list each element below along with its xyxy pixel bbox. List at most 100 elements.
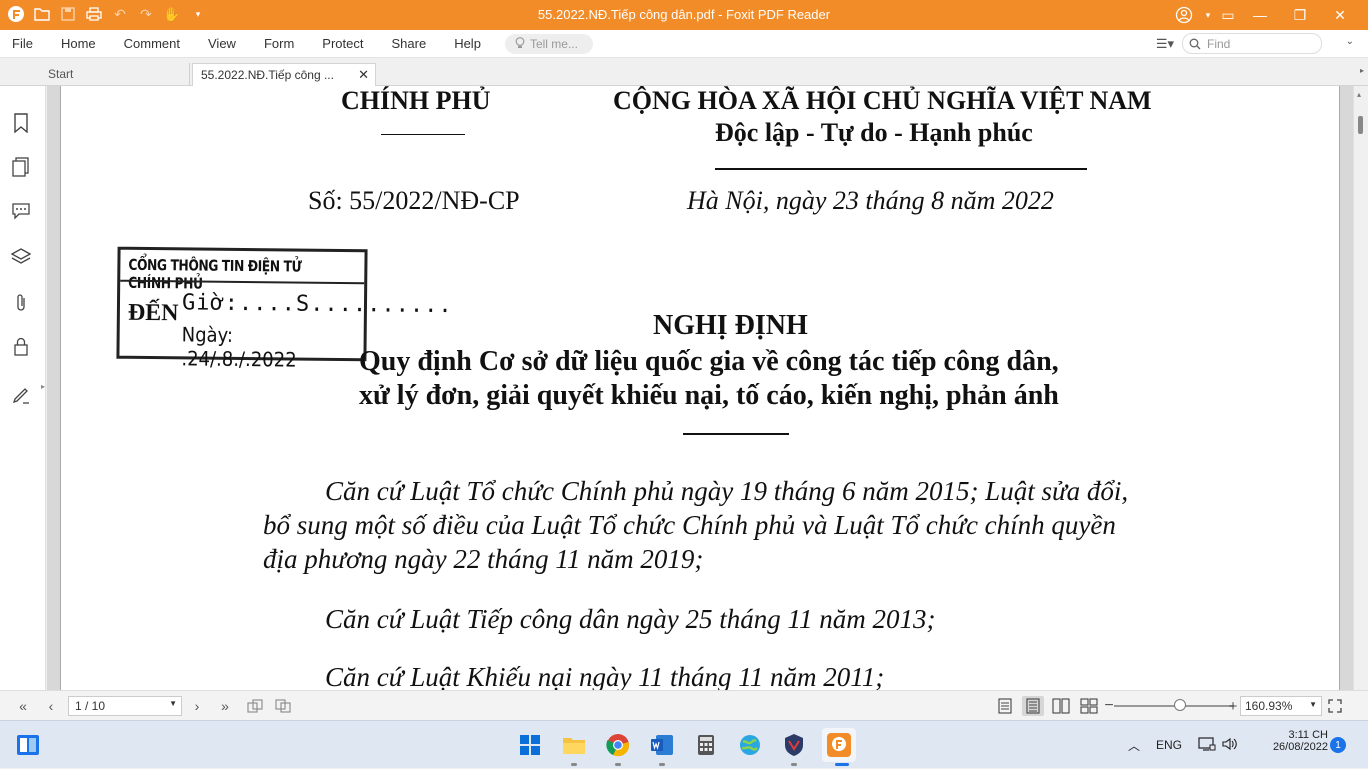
menu-comment[interactable]: Comment [110,30,194,58]
paragraph-1-line1: Căn cứ Luật Tổ chức Chính phủ ngày 19 th… [325,476,1129,506]
lightbulb-icon [515,36,525,52]
close-tab-icon[interactable]: ✕ [358,67,369,83]
tell-me-placeholder: Tell me... [529,37,578,51]
zoom-level: 160.93% [1245,699,1293,713]
title-rule [683,433,789,435]
security-shield-icon[interactable] [780,731,808,759]
ribbon-collapse-icon[interactable]: ▭ [1216,2,1240,28]
clock[interactable]: 3:11 CH 26/08/2022 [1256,729,1328,753]
menu-view[interactable]: View [194,30,250,58]
stamp-number: Giờ:....S.......... [181,290,453,319]
chrome-icon[interactable] [604,731,632,759]
account-icon[interactable] [1168,2,1200,28]
last-page-icon[interactable]: » [214,696,236,716]
network-icon[interactable] [1198,736,1216,755]
running-indicator [791,763,797,766]
next-view-icon[interactable] [272,696,294,716]
restore-icon[interactable]: ❐ [1280,2,1320,28]
language-indicator[interactable]: ENG [1156,738,1182,752]
find-placeholder: Find [1207,36,1231,51]
header-right-rule [715,168,1087,170]
menu-protect[interactable]: Protect [308,30,377,58]
stamp-den: ĐẾN [127,299,179,327]
start-menu-icon[interactable] [516,731,544,759]
running-indicator [615,763,621,766]
account-dropdown-icon[interactable]: ▾ [1200,2,1216,28]
single-page-icon[interactable] [994,696,1016,716]
next-page-icon[interactable]: › [186,696,208,716]
app-globe-icon[interactable] [736,731,764,759]
continuous-facing-icon[interactable] [1078,696,1100,716]
decree-subtitle-line2: xử lý đơn, giải quyết khiếu nại, tố cáo,… [359,380,1059,411]
clock-date: 26/08/2022 [1272,741,1328,753]
paragraph-2: Căn cứ Luật Tiếp công dân ngày 25 tháng … [325,604,936,634]
system-tray: ︿ ENG [1128,721,1238,769]
document-tab-bar: Start 55.2022.NĐ.Tiếp công ... ✕ ▸ [0,58,1368,86]
page-indicator: 1 / 10 [75,699,106,713]
tab-scroll-icon[interactable]: ▸ [1360,66,1364,75]
panel-expand-icon[interactable]: ▸ [41,382,45,391]
minimize-icon[interactable]: — [1240,2,1280,28]
search-icon [1189,38,1201,49]
previous-page-icon[interactable]: ‹ [40,696,62,716]
security-lock-icon[interactable] [10,336,32,358]
ribbon-expand-icon[interactable]: ⌄ [1346,36,1354,47]
zoom-level-input[interactable]: 160.93% ▼ [1240,696,1322,716]
widgets-icon[interactable] [14,731,42,759]
bookmark-icon[interactable] [10,112,32,134]
word-icon[interactable] [648,731,676,759]
menu-form[interactable]: Form [250,30,308,58]
active-indicator [835,763,849,766]
pages-icon[interactable] [10,156,32,178]
calculator-icon[interactable] [692,731,720,759]
tab-document[interactable]: 55.2022.NĐ.Tiếp công ... ✕ [192,63,376,86]
document-number: Số: 55/2022/NĐ-CP [308,186,520,215]
signature-icon[interactable] [10,384,32,406]
menu-share[interactable]: Share [377,30,440,58]
window-controls: ▾ ▭ — ❐ ✕ [1168,2,1360,28]
notification-badge[interactable]: 1 [1330,737,1346,753]
comments-icon[interactable] [10,200,32,222]
search-options-icon[interactable]: ☰▾ [1156,36,1174,52]
scroll-up-icon[interactable]: ▴ [1357,90,1361,99]
decree-subtitle-line1: Quy định Cơ sở dữ liệu quốc gia về công … [359,346,1059,377]
previous-view-icon[interactable] [244,696,266,716]
pdf-page: CHÍNH PHỦ CỘNG HÒA XÃ HỘI CHỦ NGHĨA VIỆT… [60,86,1340,690]
show-hidden-icons[interactable]: ︿ [1128,737,1140,754]
document-viewer[interactable]: CHÍNH PHỦ CỘNG HÒA XÃ HỘI CHỦ NGHĨA VIỆT… [47,86,1353,690]
zoom-slider-handle[interactable] [1174,699,1186,711]
layers-icon[interactable] [10,246,32,268]
scrollbar-thumb[interactable] [1358,116,1363,134]
file-explorer-icon[interactable] [560,731,588,759]
tab-start[interactable]: Start [40,63,190,86]
header-national-title: CỘNG HÒA XÃ HỘI CHỦ NGHĨA VIỆT NAM [613,86,1152,115]
paragraph-3: Căn cứ Luật Khiếu nại ngày 11 tháng 11 n… [325,662,885,690]
zoom-dropdown-icon[interactable]: ▼ [1309,700,1317,709]
menu-home[interactable]: Home [47,30,110,58]
title-bar: ↶ ↷ ✋ ▾ 55.2022.NĐ.Tiếp công dân.pdf - F… [0,0,1368,30]
tell-me-box[interactable]: Tell me... [504,34,593,54]
tab-document-label: 55.2022.NĐ.Tiếp công ... [201,68,334,82]
continuous-page-icon[interactable] [1022,696,1044,716]
first-page-icon[interactable]: « [12,696,34,716]
tab-start-label: Start [48,67,74,81]
menu-help[interactable]: Help [440,30,495,58]
facing-pages-icon[interactable] [1050,696,1072,716]
find-area: ☰▾ Find [1156,33,1322,54]
ribbon-menu: File Home Comment View Form Protect Shar… [0,30,593,58]
stamp-header: CỔNG THÔNG TIN ĐIỆN TỬ CHÍNH PHỦ [128,255,302,293]
header-left-rule [381,134,465,135]
stamp-date: Ngày: .24/.8./.2022 [181,322,297,372]
close-window-icon[interactable]: ✕ [1320,2,1360,28]
navigation-panel: ▸ [0,86,46,690]
attachment-icon[interactable] [10,292,32,314]
volume-icon[interactable] [1222,737,1238,754]
page-number-input[interactable]: 1 / 10 ▼ [68,696,182,716]
fullscreen-icon[interactable] [1324,696,1346,716]
find-input[interactable]: Find [1182,33,1322,54]
foxit-reader-taskbar-icon[interactable] [822,728,856,762]
windows-taskbar: ︿ ENG 3:11 CH 26/08/2022 1 [0,720,1368,768]
vertical-scrollbar[interactable]: ▴ [1353,86,1368,690]
page-dropdown-icon[interactable]: ▼ [169,699,177,708]
menu-file[interactable]: File [0,30,47,58]
